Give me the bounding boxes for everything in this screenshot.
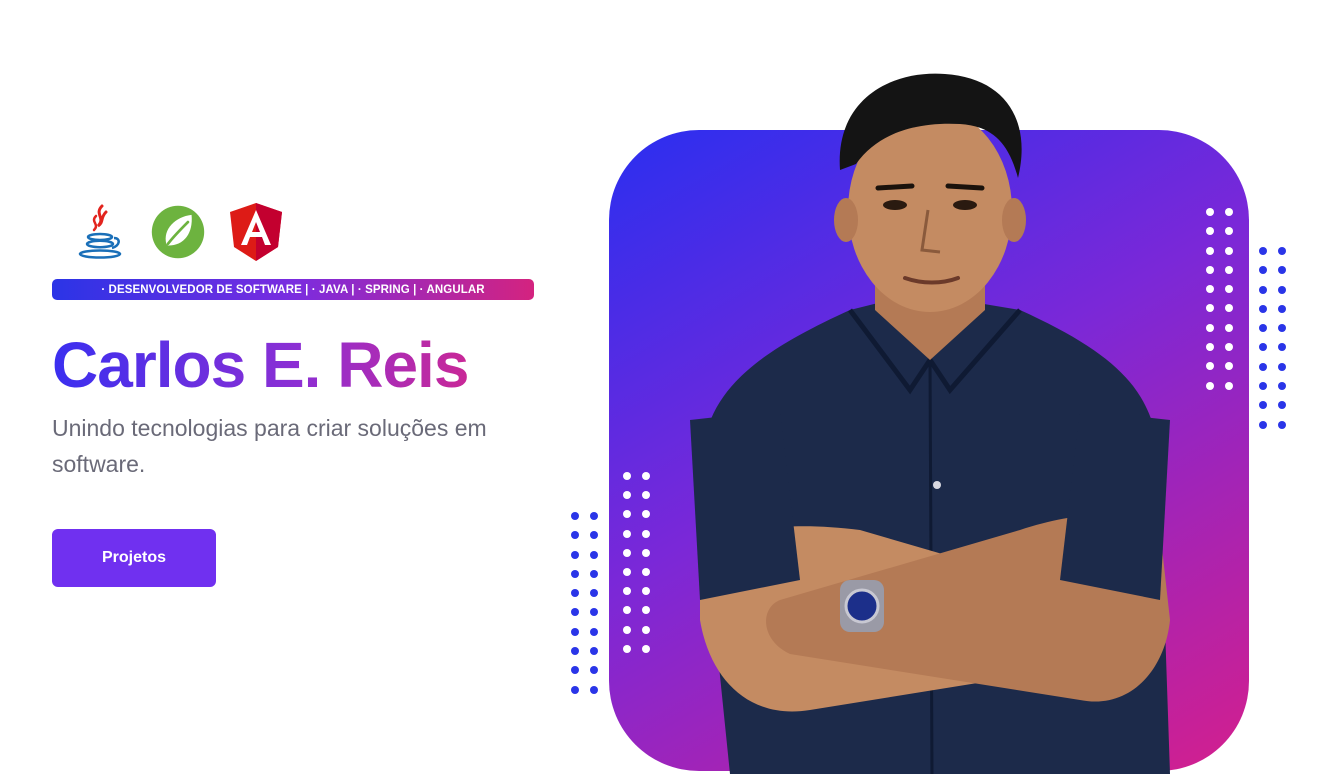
dots-decoration-left-inner [623,472,650,653]
tech-logos [72,202,284,262]
portrait-photo [690,73,1170,774]
subtitle: Unindo tecnologias para criar soluções e… [52,415,487,477]
spring-logo-icon [150,202,206,262]
dots-decoration-right-outer [1259,247,1286,429]
projects-button[interactable]: Projetos [52,529,216,587]
page-title: Carlos E. Reis [52,329,469,401]
dots-decoration-right-inner [1206,208,1233,390]
tagline-banner: · DESENVOLVEDOR DE SOFTWARE | · JAVA | ·… [52,279,534,300]
dots-decoration-left-outer [571,512,598,694]
java-logo-icon [72,202,128,262]
angular-logo-icon [228,202,284,262]
